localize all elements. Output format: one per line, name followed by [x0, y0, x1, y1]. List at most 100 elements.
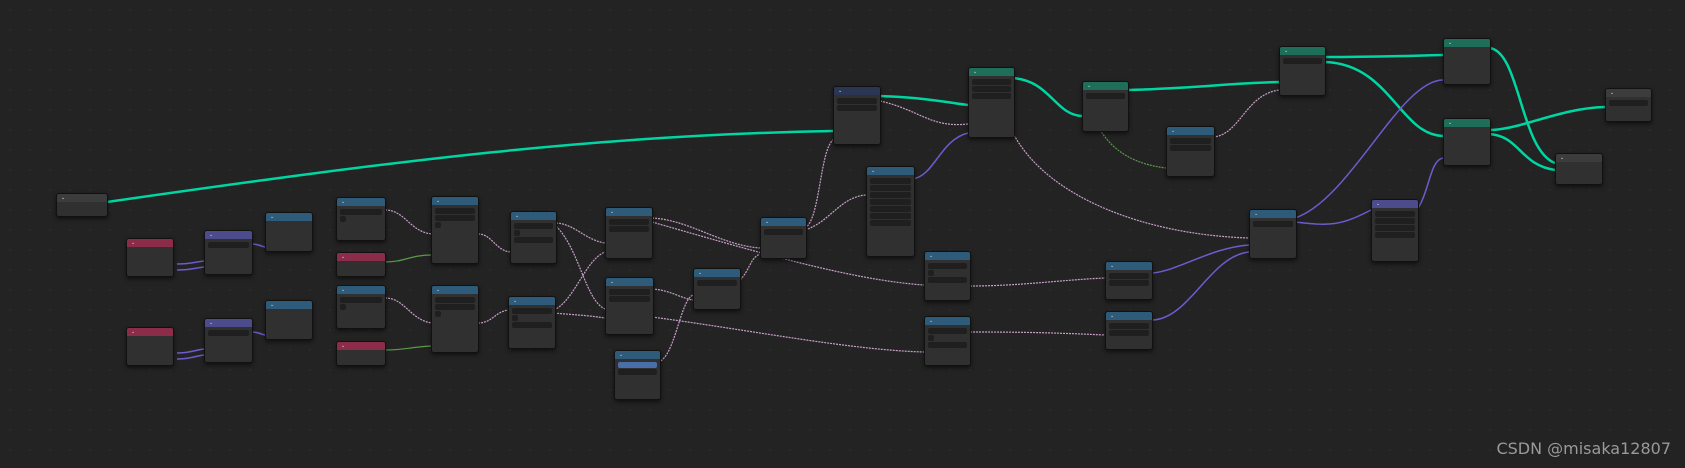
node-header[interactable] [761, 218, 806, 226]
operation-select[interactable] [208, 330, 249, 336]
value-field[interactable] [1109, 280, 1149, 286]
node-header[interactable] [511, 212, 556, 220]
domain-select[interactable] [1086, 93, 1125, 99]
node-header[interactable] [337, 198, 385, 206]
operation-select[interactable] [697, 280, 737, 286]
clamp-checkbox[interactable] [512, 315, 518, 321]
domain-select[interactable] [972, 79, 1011, 85]
operation-select[interactable] [514, 223, 553, 229]
node-header[interactable] [1083, 82, 1128, 90]
value-field[interactable] [1375, 225, 1415, 231]
node-header[interactable] [1444, 39, 1490, 47]
data-type-select[interactable] [435, 208, 475, 214]
math-node[interactable] [924, 251, 971, 301]
mix-node[interactable] [605, 207, 653, 259]
mode-select[interactable] [972, 86, 1011, 92]
geometry-node[interactable] [1443, 38, 1491, 85]
operation-select[interactable] [340, 297, 382, 303]
value-field[interactable] [1609, 100, 1648, 106]
node-header[interactable] [606, 278, 653, 286]
combine-xyz-node[interactable] [1105, 311, 1153, 350]
node-header[interactable] [606, 208, 652, 216]
mode-select[interactable] [870, 178, 911, 184]
mix-node[interactable] [605, 277, 654, 335]
clamp-checkbox[interactable] [340, 304, 346, 310]
value-field[interactable] [1253, 221, 1293, 227]
node-header[interactable] [867, 167, 914, 175]
vector-math-node[interactable] [204, 230, 253, 275]
value-field[interactable] [514, 237, 553, 243]
operation-select[interactable] [928, 263, 967, 269]
data-type-select[interactable] [609, 219, 649, 225]
named-attribute-node[interactable] [336, 341, 386, 366]
value-field[interactable] [972, 93, 1011, 99]
clamp-checkbox[interactable] [928, 335, 934, 341]
vector-math-node[interactable] [204, 318, 253, 363]
value-field[interactable] [870, 199, 911, 205]
value-field[interactable] [1109, 273, 1149, 279]
clamp-checkbox[interactable] [435, 222, 441, 228]
value-field[interactable] [618, 369, 657, 375]
node-header[interactable] [266, 213, 312, 221]
node-header[interactable] [337, 286, 385, 294]
clamp-checkbox[interactable] [928, 270, 934, 276]
clamp-checkbox[interactable] [514, 230, 520, 236]
math-node[interactable] [614, 350, 661, 400]
map-range-node[interactable] [431, 196, 479, 264]
domain-select[interactable] [1283, 58, 1322, 64]
value-field[interactable] [928, 342, 967, 348]
named-attribute-node[interactable] [336, 252, 386, 277]
geometry-node[interactable] [1082, 81, 1129, 132]
combine-xyz-node[interactable] [1105, 261, 1153, 300]
node-header[interactable] [834, 87, 880, 95]
node-header[interactable] [205, 319, 252, 327]
node-header[interactable] [1106, 262, 1152, 270]
operation-select[interactable] [764, 229, 803, 235]
node-header[interactable] [1167, 127, 1214, 135]
node-header[interactable] [337, 342, 385, 350]
blend-mode-select[interactable] [609, 296, 650, 302]
node-header[interactable] [615, 351, 660, 359]
node-header[interactable] [1106, 312, 1152, 320]
node-header[interactable] [1250, 210, 1296, 218]
math-node[interactable] [508, 296, 556, 349]
node-header[interactable] [127, 328, 173, 336]
operation-select[interactable] [208, 242, 249, 248]
operation-select[interactable] [928, 328, 967, 334]
join-geometry-node[interactable] [1555, 153, 1603, 185]
group-input-node[interactable] [56, 193, 108, 217]
operation-select[interactable] [1170, 138, 1211, 144]
blend-mode-select[interactable] [609, 226, 649, 232]
math-node[interactable] [693, 268, 741, 310]
value-field[interactable] [1375, 232, 1415, 238]
value-field[interactable] [1375, 218, 1415, 224]
node-header[interactable] [127, 239, 173, 247]
node-header[interactable] [1280, 47, 1325, 55]
geometry-node[interactable] [1279, 46, 1326, 96]
math-node[interactable] [336, 197, 386, 241]
vector-math-node[interactable] [1371, 199, 1419, 262]
value-field[interactable] [1109, 323, 1149, 329]
object-info-node[interactable] [126, 327, 174, 366]
node-header[interactable] [1372, 200, 1418, 208]
value-field[interactable] [928, 277, 967, 283]
value-field[interactable] [1170, 145, 1211, 151]
object-info-node[interactable] [126, 238, 174, 277]
separate-xyz-node[interactable] [265, 212, 313, 252]
separate-xyz-node[interactable] [265, 300, 313, 340]
interpolation-select[interactable] [435, 215, 475, 221]
clamp-checkbox[interactable] [435, 311, 441, 317]
value-field[interactable] [870, 192, 911, 198]
node-header[interactable] [337, 253, 385, 261]
math-node[interactable] [924, 316, 971, 366]
value-slider[interactable] [618, 362, 657, 368]
node-header[interactable] [1444, 119, 1490, 127]
map-range-node[interactable] [431, 285, 479, 353]
node-header[interactable] [969, 68, 1014, 76]
value-field[interactable] [870, 206, 911, 212]
switch-node[interactable] [1249, 209, 1297, 259]
operation-select[interactable] [512, 308, 552, 314]
operation-select[interactable] [1375, 211, 1415, 217]
set-position-node[interactable] [833, 86, 881, 145]
node-header[interactable] [205, 231, 252, 239]
